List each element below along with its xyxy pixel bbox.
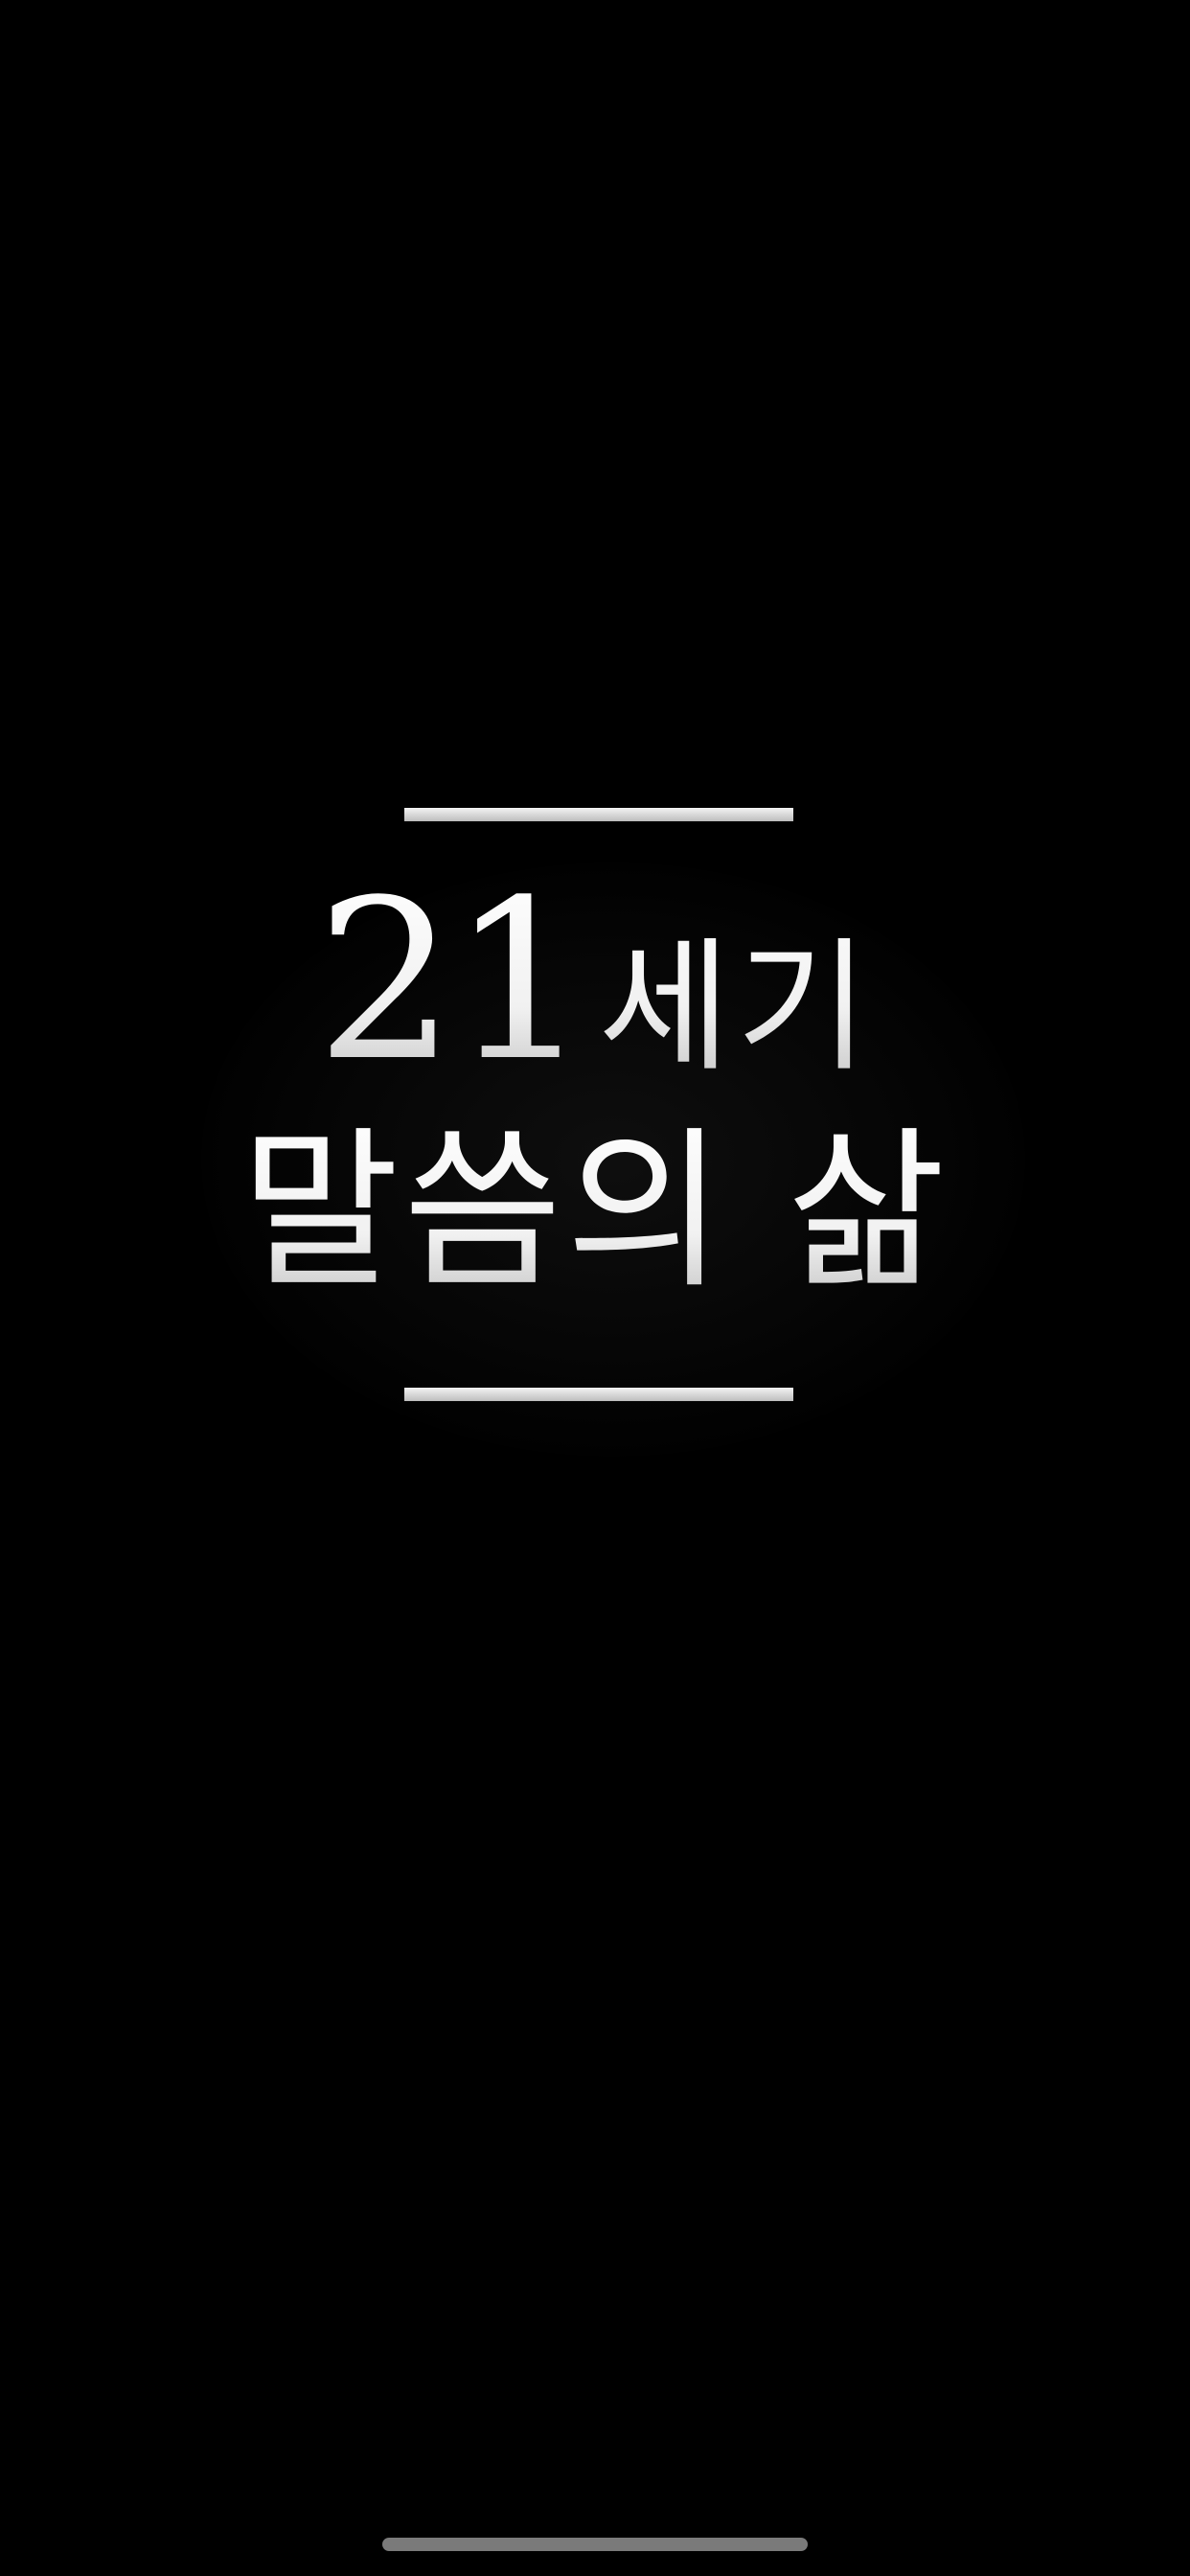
- logo-title-line: 21세기: [0, 858, 1190, 1107]
- splash-screen: 21세기 말씀의 삶: [0, 0, 1190, 2576]
- logo-subtitle: 말씀의 삶: [0, 1102, 1190, 1322]
- app-logo: 21세기 말씀의 삶: [0, 0, 1190, 2576]
- logo-title-word: 세기: [598, 925, 875, 1092]
- logo-bottom-rule: [404, 1388, 793, 1401]
- logo-title-number: 21: [315, 854, 585, 1110]
- home-indicator[interactable]: [382, 2538, 808, 2551]
- logo-top-rule: [404, 808, 793, 821]
